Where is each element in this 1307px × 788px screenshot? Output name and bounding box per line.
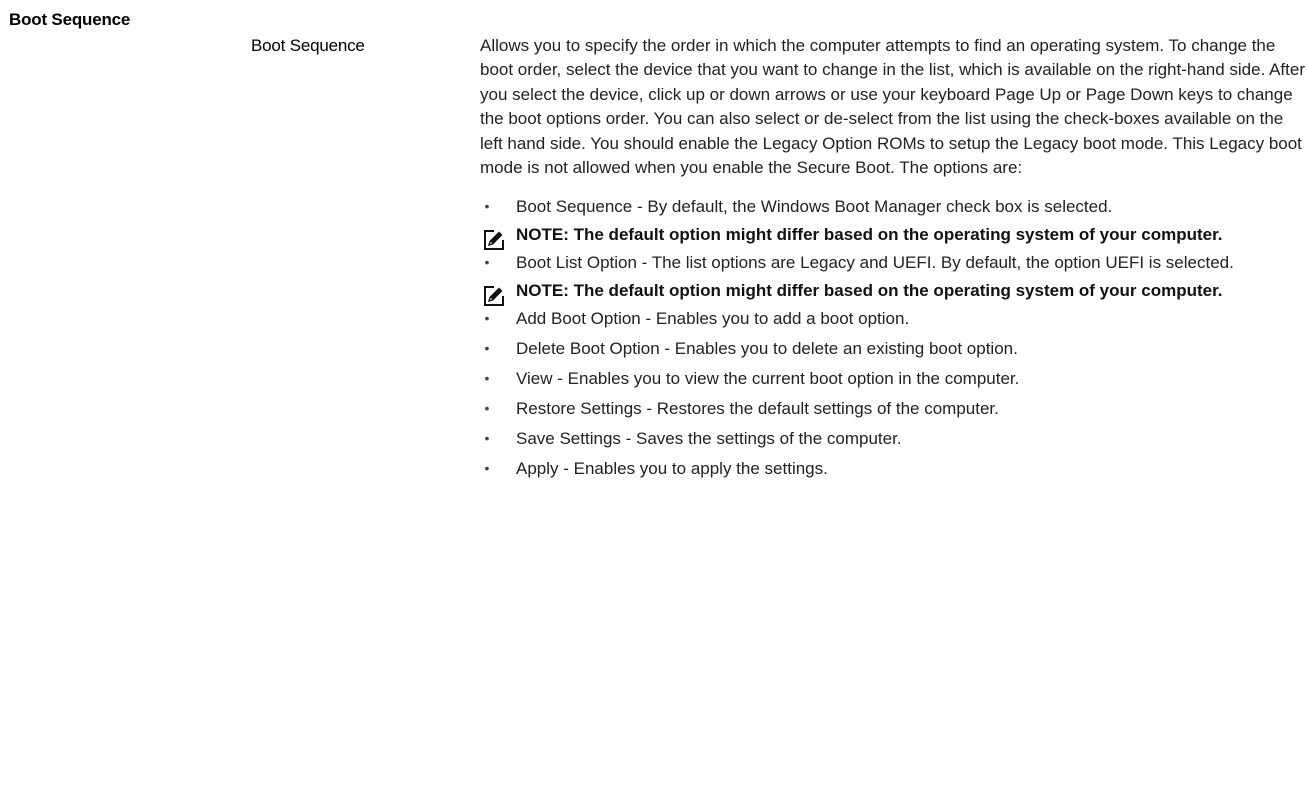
bullet-icon: • xyxy=(484,430,490,447)
note-text: NOTE: The default option might differ ba… xyxy=(516,281,1223,301)
list-item-text: Boot Sequence - By default, the Windows … xyxy=(516,197,1113,217)
note: NOTE: The default option might differ ba… xyxy=(480,281,1305,307)
list-item: • Delete Boot Option - Enables you to de… xyxy=(480,339,1305,358)
list-item-text: Apply - Enables you to apply the setting… xyxy=(516,459,828,479)
option-description: Allows you to specify the order in which… xyxy=(480,34,1305,489)
list-item-text: Save Settings - Saves the settings of th… xyxy=(516,429,902,449)
section-heading: Boot Sequence xyxy=(9,10,131,29)
bullet-icon: • xyxy=(484,310,490,327)
bullet-icon: • xyxy=(484,198,490,215)
list-item-text: Delete Boot Option - Enables you to dele… xyxy=(516,339,1018,359)
bullet-icon: • xyxy=(484,400,490,417)
note-text: NOTE: The default option might differ ba… xyxy=(516,225,1223,245)
list-item: • Apply - Enables you to apply the setti… xyxy=(480,459,1305,478)
list-item-text: Boot List Option - The list options are … xyxy=(516,253,1234,273)
list-item-text: View - Enables you to view the current b… xyxy=(516,369,1020,389)
list-item-text: Restore Settings - Restores the default … xyxy=(516,399,999,419)
list-item: • Boot Sequence - By default, the Window… xyxy=(480,197,1305,216)
list-item: • View - Enables you to view the current… xyxy=(480,369,1305,388)
option-name: Boot Sequence xyxy=(251,36,365,55)
list-item: • Boot List Option - The list options ar… xyxy=(480,253,1305,272)
option-list: • Boot Sequence - By default, the Window… xyxy=(480,197,1305,478)
list-item: • Save Settings - Saves the settings of … xyxy=(480,429,1305,448)
pencil-note-icon xyxy=(484,286,504,307)
note: NOTE: The default option might differ ba… xyxy=(480,225,1305,251)
list-item: • Add Boot Option - Enables you to add a… xyxy=(480,309,1305,328)
list-item: • Restore Settings - Restores the defaul… xyxy=(480,399,1305,418)
bullet-icon: • xyxy=(484,460,490,477)
description-paragraph: Allows you to specify the order in which… xyxy=(480,36,1305,178)
list-item-text: Add Boot Option - Enables you to add a b… xyxy=(516,309,910,329)
bullet-icon: • xyxy=(484,254,490,271)
bullet-icon: • xyxy=(484,340,490,357)
bullet-icon: • xyxy=(484,370,490,387)
pencil-note-icon xyxy=(484,230,504,251)
